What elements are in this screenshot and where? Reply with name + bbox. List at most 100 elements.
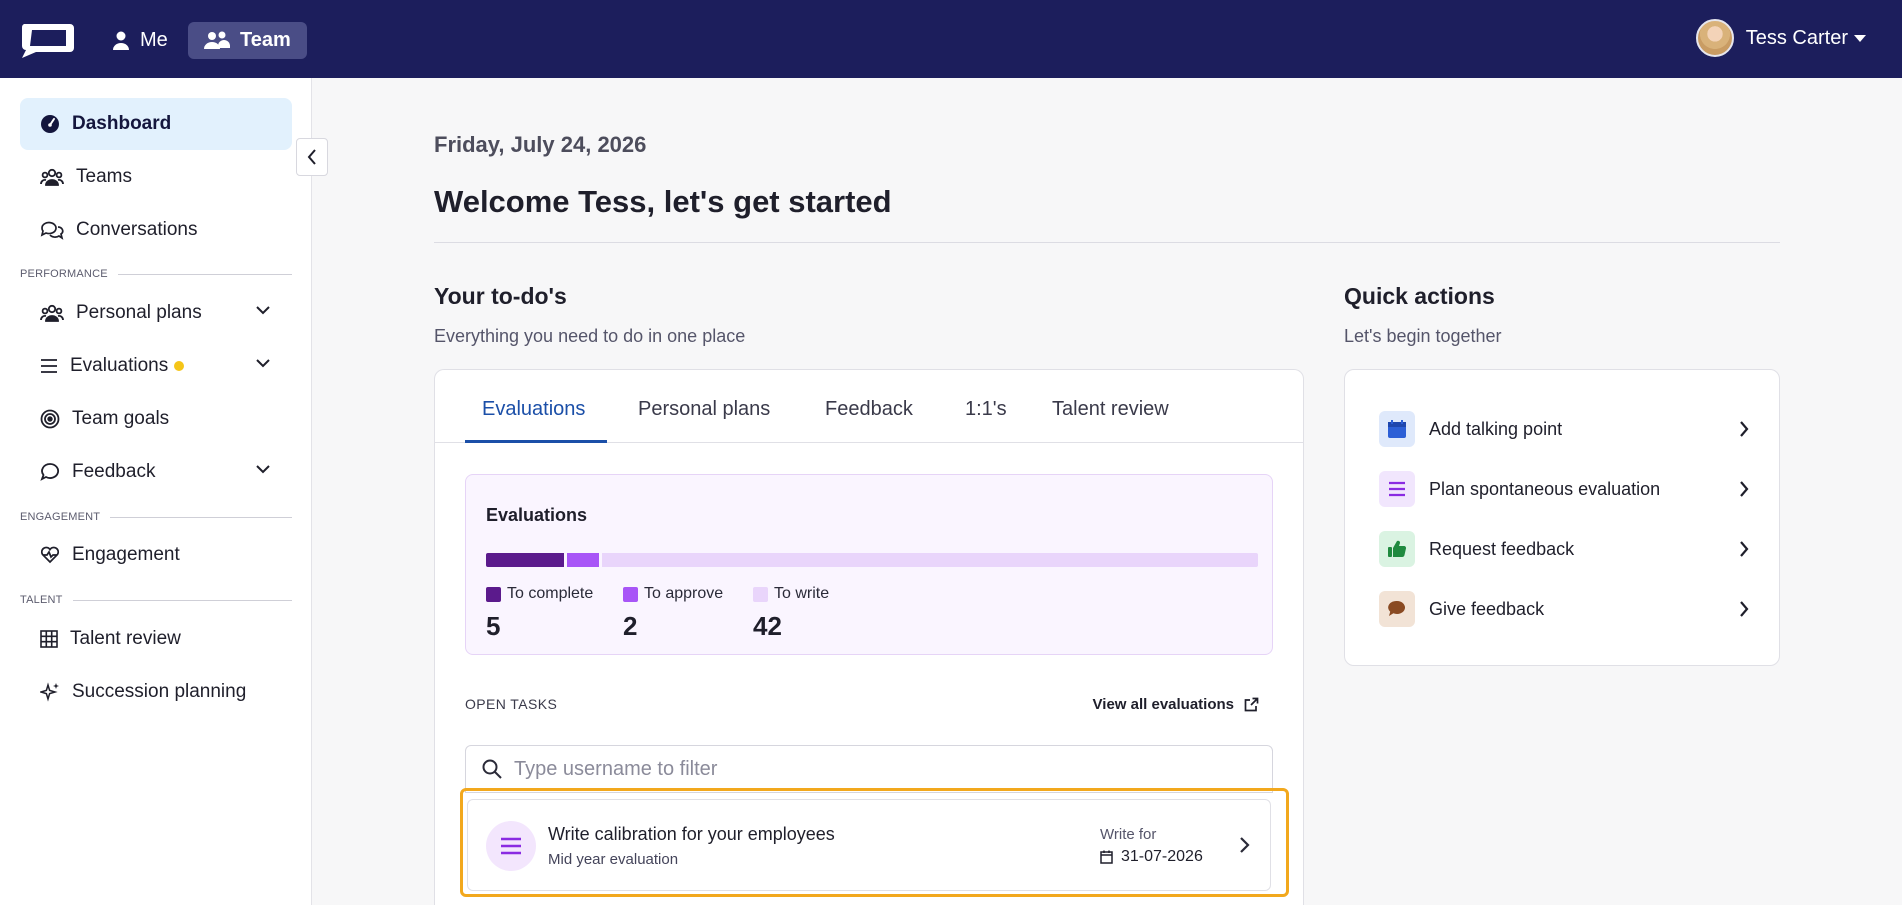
sidebar-item-evaluations[interactable]: Evaluations <box>20 340 292 392</box>
conversations-icon <box>40 221 64 240</box>
grid-icon <box>40 630 58 648</box>
search-icon <box>482 759 502 779</box>
sidebar-item-label: Teams <box>76 166 132 187</box>
tab-personal-plans[interactable]: Personal plans <box>638 398 770 421</box>
sidebar-item-talent-review[interactable]: Talent review <box>20 613 292 665</box>
chevron-right-icon <box>1740 481 1749 497</box>
list-icon <box>41 359 57 373</box>
due-date: 31-07-2026 <box>1100 848 1203 866</box>
legend-label: To complete <box>507 585 594 602</box>
view-all-evaluations-link[interactable]: View all evaluations <box>1093 696 1259 713</box>
active-tab-indicator <box>465 440 607 443</box>
people-icon <box>40 304 64 322</box>
todo-tabs: Evaluations Personal plans Feedback 1:1'… <box>435 370 1303 443</box>
external-link-icon <box>1244 697 1259 712</box>
tab-one-on-ones[interactable]: 1:1's <box>965 398 1007 421</box>
legend-swatch <box>623 586 638 602</box>
sidebar-item-label: Engagement <box>72 544 180 565</box>
quick-action-add-talking-point[interactable]: Add talking point <box>1379 410 1749 448</box>
sidebar-item-label: Dashboard <box>72 113 172 134</box>
task-title: Write calibration for your employees <box>548 824 835 844</box>
evaluation-icon <box>486 821 536 871</box>
sidebar-item-personal-plans[interactable]: Personal plans <box>20 287 292 339</box>
tab-evaluations[interactable]: Evaluations <box>482 398 585 421</box>
calendar-icon <box>1100 850 1113 864</box>
chevron-right-icon <box>1740 601 1749 617</box>
task-subtitle: Mid year evaluation <box>548 851 679 868</box>
calendar-icon <box>1379 411 1415 447</box>
evaluations-summary-title: Evaluations <box>486 505 588 525</box>
current-date: Friday, July 24, 2026 <box>434 132 647 157</box>
divider <box>434 242 1780 243</box>
page-title: Welcome Tess, let's get started <box>434 184 892 219</box>
write-for-label: Write for <box>1100 826 1157 843</box>
quick-action-label: Request feedback <box>1429 538 1575 559</box>
chevron-left-icon <box>307 149 316 165</box>
teams-icon <box>40 168 64 186</box>
progress-segment <box>567 553 600 567</box>
collapse-sidebar-button[interactable] <box>296 138 328 176</box>
nav-team-label: Team <box>240 29 291 51</box>
chevron-right-icon <box>1740 421 1749 437</box>
legend-to-write: To write <box>753 585 829 603</box>
view-all-label: View all evaluations <box>1092 696 1234 713</box>
list-icon <box>1379 471 1415 507</box>
section-engagement: ENGAGEMENT <box>20 511 292 523</box>
list-icon <box>501 837 521 855</box>
nav-me-label: Me <box>140 29 168 51</box>
sidebar-item-engagement[interactable]: Engagement <box>20 529 292 581</box>
count-to-write: 42 <box>753 611 782 641</box>
caret-down-icon <box>1854 34 1866 42</box>
chevron-down-icon <box>256 359 270 368</box>
tab-talent-review[interactable]: Talent review <box>1052 398 1169 421</box>
chevron-down-icon <box>256 306 270 315</box>
quick-action-request-feedback[interactable]: Request feedback <box>1379 530 1749 568</box>
quick-action-give-feedback[interactable]: Give feedback <box>1379 590 1749 628</box>
due-date-value: 31-07-2026 <box>1121 848 1203 865</box>
sidebar-item-dashboard[interactable]: Dashboard <box>20 98 292 150</box>
chevron-right-icon <box>1740 541 1749 557</box>
sidebar-item-conversations[interactable]: Conversations <box>20 204 292 256</box>
count-to-approve: 2 <box>623 611 638 641</box>
legend-label: To write <box>774 585 830 602</box>
heart-pulse-icon <box>40 546 60 564</box>
sidebar-item-label: Personal plans <box>76 302 202 323</box>
task-row[interactable]: Write calibration for your employees Mid… <box>467 799 1271 891</box>
sidebar-item-label: Talent review <box>70 628 181 649</box>
todo-title: Your to-do's <box>434 283 567 309</box>
notification-dot <box>174 361 185 371</box>
todo-subtitle: Everything you need to do in one place <box>434 326 746 346</box>
legend-swatch <box>753 586 768 602</box>
sidebar-item-succession-planning[interactable]: Succession planning <box>20 666 292 718</box>
sidebar-item-feedback[interactable]: Feedback <box>20 446 292 498</box>
nav-me-button[interactable]: Me <box>96 22 184 59</box>
tab-feedback[interactable]: Feedback <box>825 398 913 421</box>
legend-swatch <box>486 586 501 602</box>
quick-action-label: Give feedback <box>1429 598 1545 619</box>
search-input[interactable] <box>514 757 1214 781</box>
open-tasks-heading: OPEN TASKS <box>465 696 558 712</box>
person-icon <box>113 31 129 50</box>
gauge-icon <box>41 115 59 133</box>
avatar <box>1695 19 1734 57</box>
legend-to-approve: To approve <box>623 585 723 603</box>
quick-action-label: Plan spontaneous evaluation <box>1429 478 1661 499</box>
sidebar-item-team-goals[interactable]: Team goals <box>20 393 292 445</box>
chevron-right-icon <box>1240 837 1250 853</box>
quick-actions-card: Add talking point Plan spontaneous evalu… <box>1344 369 1780 666</box>
sidebar-item-label: Feedback <box>72 461 156 482</box>
quick-actions-title: Quick actions <box>1344 283 1495 309</box>
nav-team-button[interactable]: Team <box>188 22 307 59</box>
evaluations-progress-bar <box>486 553 1258 567</box>
sidebar-item-label: Conversations <box>76 219 198 240</box>
quick-action-plan-evaluation[interactable]: Plan spontaneous evaluation <box>1379 470 1749 508</box>
sidebar-item-teams[interactable]: Teams <box>20 151 292 203</box>
user-menu[interactable]: Tess Carter <box>1695 16 1866 60</box>
section-performance: PERFORMANCE <box>20 268 292 280</box>
chat-bubble-icon <box>1379 591 1415 627</box>
chevron-down-icon <box>256 465 270 474</box>
app-logo[interactable] <box>18 20 76 60</box>
legend-to-complete: To complete <box>486 585 593 603</box>
target-icon <box>40 409 60 429</box>
quick-actions-subtitle: Let's begin together <box>1344 326 1502 346</box>
